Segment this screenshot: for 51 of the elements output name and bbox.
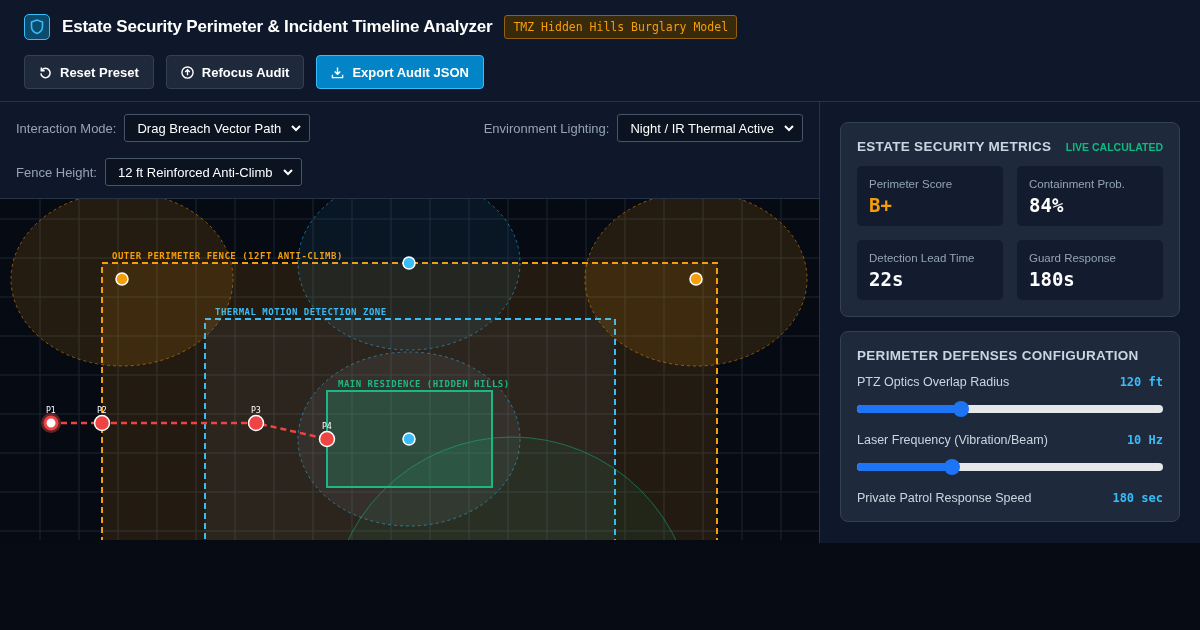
- metric-value: 84%: [1029, 194, 1065, 216]
- slider-label: PTZ Optics Overlap Radius: [857, 375, 1010, 389]
- slider-reading: 180 sec: [1112, 491, 1163, 505]
- export-button[interactable]: Export Audit JSON: [316, 55, 484, 89]
- point-label: P3: [251, 406, 261, 415]
- path-point[interactable]: [41, 413, 61, 433]
- slider-thumb[interactable]: [943, 459, 960, 475]
- upload-circle-icon: [180, 65, 194, 79]
- path-point[interactable]: [247, 414, 265, 432]
- point-label: P4: [322, 422, 332, 431]
- metric-value: 22s: [869, 268, 905, 290]
- path-point[interactable]: [318, 430, 336, 448]
- dropdown[interactable]: 12 ft Reinforced Anti-Climb: [104, 158, 302, 186]
- zone-label: MAIN RESIDENCE (HIDDEN HILLS): [338, 379, 510, 389]
- metric-label: Perimeter Score: [869, 178, 954, 190]
- chevron-icon: [291, 124, 302, 132]
- sensor-dot[interactable]: [115, 272, 129, 286]
- metric-label: Containment Prob.: [1029, 178, 1126, 190]
- download-icon: [331, 65, 345, 79]
- slider-label: Laser Frequency (Vibration/Beam): [857, 433, 1048, 447]
- slider-reading: 120 ft: [1119, 375, 1163, 389]
- model-badge: TMZ Hidden Hills Burglary Model: [504, 15, 738, 39]
- chevron-icon: [282, 168, 293, 176]
- panel-title: ESTATE SECURITY METRICS: [857, 139, 1052, 154]
- field-label: Interaction Mode:: [16, 120, 117, 136]
- path-point[interactable]: [93, 414, 111, 432]
- panel-title: PERIMETER DEFENSES CONFIGURATION: [857, 348, 1139, 363]
- metric-value: B+: [869, 194, 893, 216]
- metric-value: 180s: [1029, 268, 1076, 290]
- zone-label: OUTER PERIMETER FENCE (12FT ANTI-CLIMB): [112, 251, 343, 261]
- shield-icon: [24, 14, 50, 40]
- metric-label: Detection Lead Time: [869, 252, 976, 264]
- slider-reading: 10 Hz: [1126, 433, 1163, 447]
- zone-label: THERMAL MOTION DETECTION ZONE: [215, 307, 387, 317]
- field-label: Environment Lighting:: [483, 120, 610, 136]
- point-label: P1: [46, 406, 56, 415]
- dropdown[interactable]: Night / IR Thermal Active: [617, 114, 803, 142]
- status-label: LIVE CALCULATED: [1065, 140, 1163, 153]
- reset-button[interactable]: Reset Preset: [24, 55, 154, 89]
- chevron-icon: [784, 124, 794, 132]
- metric-label: Guard Response: [1029, 252, 1117, 264]
- sensor-dot[interactable]: [402, 432, 416, 446]
- refocus-button[interactable]: Refocus Audit: [165, 55, 305, 89]
- field-label: Fence Height:: [16, 164, 97, 180]
- reset-icon: [39, 65, 52, 79]
- slider-thumb[interactable]: [953, 401, 970, 417]
- sensor-dot[interactable]: [402, 256, 416, 270]
- sensor-dot[interactable]: [689, 272, 703, 286]
- app-title: Estate Security Perimeter & Incident Timeline Analyzer: [62, 17, 493, 37]
- slider-label: Private Patrol Response Speed: [857, 491, 1032, 505]
- dropdown[interactable]: Drag Breach Vector Path: [124, 114, 311, 142]
